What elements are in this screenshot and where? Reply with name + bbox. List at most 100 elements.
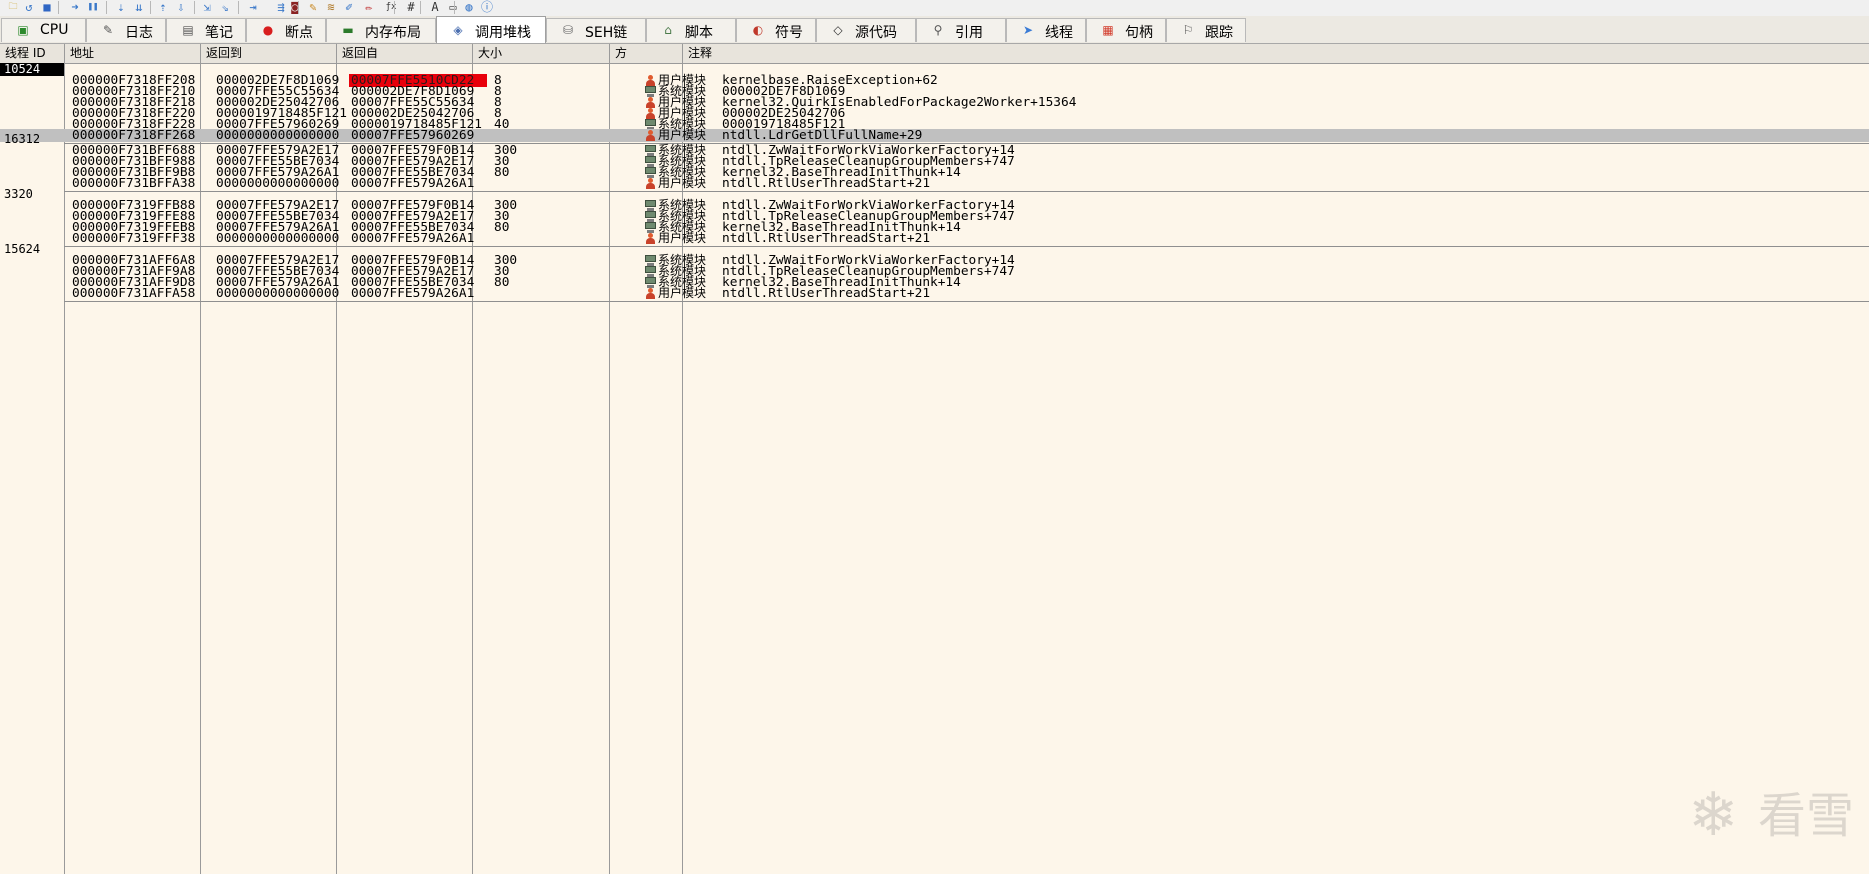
tab-label: 调用堆栈 — [475, 25, 531, 41]
tab-breakpoint[interactable]: ● 断点 — [246, 18, 326, 42]
log-icon: ✎ — [102, 23, 114, 37]
breakpoint-icon: ● — [262, 23, 274, 37]
frame-address: 000000F731BFFA38 — [72, 176, 196, 191]
open-icon[interactable]: 🗀 — [6, 1, 20, 14]
notes-icon: ▤ — [182, 23, 194, 37]
pause-icon[interactable]: ❚❚ — [86, 1, 100, 14]
header-address[interactable]: 地址 — [65, 44, 201, 63]
about-icon[interactable]: ⓘ — [480, 1, 494, 14]
trace-over-icon[interactable]: ⇘ — [218, 1, 232, 14]
tab-label: 脚本 — [685, 25, 713, 41]
stop-icon[interactable]: ■ — [40, 1, 54, 14]
tab-label: 线程 — [1045, 25, 1073, 41]
label-icon[interactable]: ✐ — [342, 1, 356, 14]
frame-return-from: 00007FFE579A26A1 — [351, 176, 475, 191]
tab-label: 内存布局 — [365, 25, 421, 41]
step-over-icon[interactable]: ⇊ — [132, 1, 146, 14]
function-icon[interactable]: ƒx — [384, 1, 398, 14]
tab-label: SEH链 — [585, 25, 628, 41]
threads-icon: ➤ — [1022, 23, 1034, 37]
frame-return-to: 0000000000000000 — [216, 176, 340, 191]
stack-frame-row[interactable]: 000000F7319FFF38 0000000000000000 00007FFE… — [0, 231, 1869, 246]
tab-call-stack[interactable]: ◈ 调用堆栈 — [436, 16, 546, 43]
user-module-icon — [645, 233, 656, 244]
tab-label: 引用 — [955, 25, 983, 41]
tab-label: 符号 — [775, 25, 803, 41]
tab-label: 笔记 — [205, 25, 233, 41]
tab-references[interactable]: ⚲ 引用 — [916, 18, 1006, 42]
snowflake-logo-icon: ❄ — [1688, 780, 1739, 850]
frame-party: 用户模块 — [658, 286, 707, 300]
frame-party: 用户模块 — [658, 176, 707, 190]
execute-till-return-icon[interactable]: ⇡ — [156, 1, 170, 14]
source-icon: ◇ — [833, 23, 843, 37]
run-icon[interactable]: ➜ — [68, 1, 82, 14]
tab-label: 源代码 — [855, 25, 897, 41]
tab-source[interactable]: ◇ 源代码 — [816, 18, 916, 42]
tab-symbols[interactable]: ◐ 符号 — [736, 18, 816, 42]
tab-bar: ▣ CPU ✎ 日志 ▤ 笔记 ● 断点 ▬ 内存布局 ◈ 调用堆栈 ⛁ SEH链 ⌂ 脚本 ◐ 符号 ◇ 源代码 ⚲ 引… — [0, 16, 1869, 44]
restart-icon[interactable]: ↺ — [22, 1, 36, 14]
frame-address: 000000F7319FFF38 — [72, 231, 196, 246]
calculator-icon[interactable]: ▭ — [446, 1, 460, 14]
frame-party: 用户模块 — [658, 231, 707, 245]
frame-address: 000000F7318FF268 — [72, 128, 196, 143]
toolbar: 🗀 ↺ ■ ➜ ❚❚ ⇣ ⇊ ⇡ ⇩ ⇲ ⇘ ⇥ ⇶ ◙ ✎ ≋ ✐ ✏ ƒx # A ▭ ◍ ⓘ — [0, 0, 1869, 16]
thread-separator — [64, 246, 1869, 247]
tab-handles[interactable]: ▦ 句柄 — [1086, 18, 1166, 42]
watermark: ❄ 看雪 — [1688, 780, 1858, 850]
frame-party: 用户模块 — [658, 128, 707, 142]
tab-threads[interactable]: ➤ 线程 — [1006, 18, 1086, 42]
animate-icon[interactable]: ⇶ — [274, 1, 288, 14]
column-header: 线程 ID 地址 返回到 返回自 大小 方 注释 — [0, 44, 1869, 64]
comment-icon[interactable]: ≋ — [324, 1, 338, 14]
tab-memory-map[interactable]: ▬ 内存布局 — [326, 18, 436, 42]
tab-script[interactable]: ⌂ 脚本 — [646, 18, 736, 42]
bookmark-icon[interactable]: ✏ — [362, 1, 376, 14]
thread-separator — [64, 301, 1869, 302]
tab-trace[interactable]: ⚐ 跟踪 — [1166, 18, 1246, 42]
thread-separator — [64, 191, 1869, 192]
frame-return-to: 0000000000000000 — [216, 286, 340, 301]
screenshot-icon[interactable]: ◍ — [462, 1, 476, 14]
run-to-user-code-icon[interactable]: ⇩ — [174, 1, 188, 14]
watermark-text: 看雪 — [1758, 788, 1855, 844]
stack-frame-row[interactable]: 000000F731BFFA38 0000000000000000 00007FFE… — [0, 176, 1869, 191]
tab-log[interactable]: ✎ 日志 — [86, 18, 166, 42]
stack-frame-row[interactable]: 000000F7318FF268 0000000000000000 00007FFE… — [0, 129, 1869, 142]
tab-notes[interactable]: ▤ 笔记 — [166, 18, 246, 42]
patch-icon[interactable]: ✎ — [306, 1, 320, 14]
tab-seh-chain[interactable]: ⛁ SEH链 — [546, 18, 646, 42]
step-into-icon[interactable]: ⇣ — [114, 1, 128, 14]
frame-comment: ntdll.RtlUserThreadStart+21 — [722, 231, 931, 246]
frame-return-from: 00007FFE579A26A1 — [351, 286, 475, 301]
scylla-icon[interactable]: ◙ — [288, 1, 302, 14]
stack-frame-row[interactable]: 000000F731AFFA58 0000000000000000 00007FFE… — [0, 286, 1869, 301]
header-return-to[interactable]: 返回到 — [201, 44, 337, 63]
header-comment[interactable]: 注释 — [683, 44, 1869, 63]
tab-label: 日志 — [125, 25, 153, 41]
hash-icon[interactable]: # — [404, 1, 418, 14]
header-return-from[interactable]: 返回自 — [337, 44, 473, 63]
font-icon[interactable]: A — [428, 1, 442, 14]
header-thread-id[interactable]: 线程 ID — [0, 44, 65, 63]
tab-cpu[interactable]: ▣ CPU — [1, 18, 86, 42]
handles-icon: ▦ — [1102, 23, 1114, 37]
frame-return-from: 00007FFE57960269 — [351, 128, 475, 143]
tab-label: 断点 — [285, 25, 313, 41]
header-party[interactable]: 方 — [610, 44, 683, 63]
user-module-icon — [645, 130, 656, 141]
trace-into-icon[interactable]: ⇲ — [200, 1, 214, 14]
trace-icon: ⚐ — [1182, 23, 1194, 37]
header-size[interactable]: 大小 — [473, 44, 610, 63]
tab-label: CPU — [40, 22, 69, 38]
script-icon: ⌂ — [664, 23, 672, 37]
frame-address: 000000F731AFFA58 — [72, 286, 196, 301]
memory-map-icon: ▬ — [342, 23, 354, 37]
frame-return-from: 00007FFE579A26A1 — [351, 231, 475, 246]
user-module-icon — [645, 178, 656, 189]
frame-comment: ntdll.RtlUserThreadStart+21 — [722, 286, 931, 301]
step-icon[interactable]: ⇥ — [246, 1, 260, 14]
frame-return-to: 0000000000000000 — [216, 231, 340, 246]
tab-label: 跟踪 — [1205, 25, 1233, 41]
